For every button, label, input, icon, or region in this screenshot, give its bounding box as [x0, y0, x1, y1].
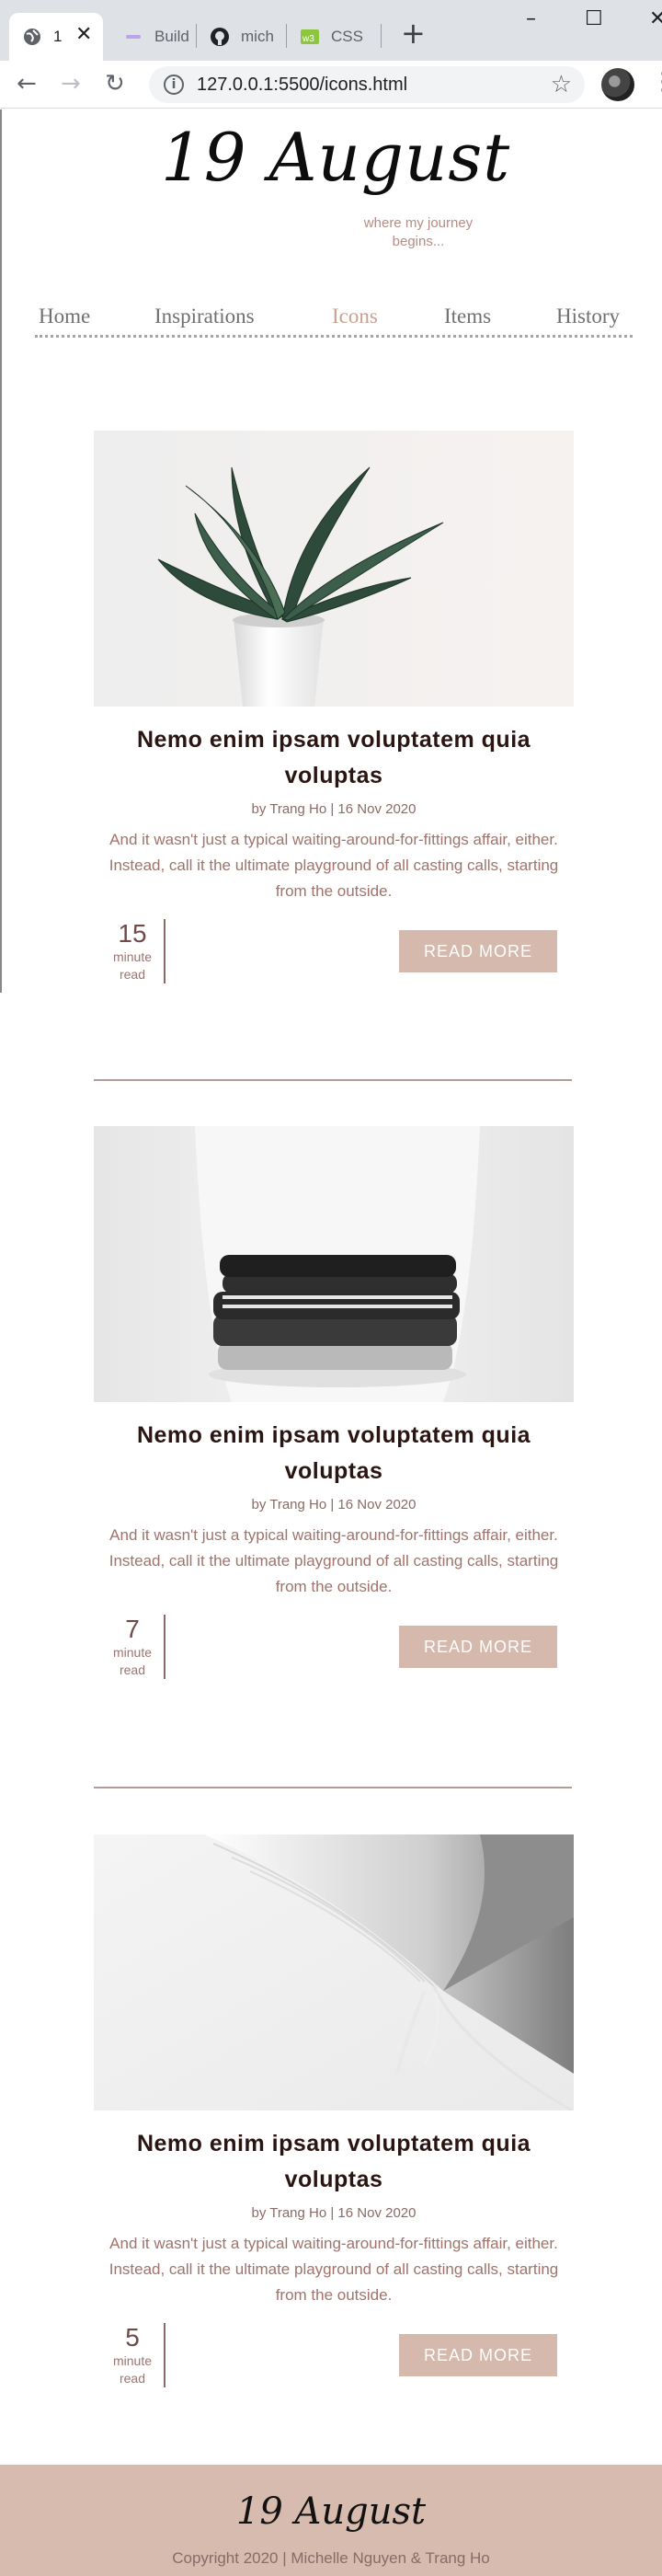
browser-tab-bar: 1 ✕ Build mich w3 CSS + – ☐ ✕ [0, 0, 662, 61]
tab-separator [381, 24, 382, 48]
browser-toolbar: ← → ↻ i 127.0.0.1:5500/icons.html ☆ ⋮ [0, 61, 662, 109]
back-arrow-icon[interactable]: ← [17, 72, 37, 96]
read-more-button[interactable]: READ MORE [399, 2334, 557, 2376]
reload-icon[interactable]: ↻ [105, 72, 125, 96]
post-divider [94, 1079, 572, 1081]
new-tab-button[interactable]: + [401, 18, 426, 48]
footer-logo[interactable]: 19 August [0, 2490, 662, 2533]
read-time-number: 15 [118, 919, 147, 948]
build-icon [123, 27, 143, 47]
minimize-icon[interactable]: – [526, 9, 536, 29]
nav-item-inspirations[interactable]: Inspirations [154, 305, 255, 328]
read-more-button[interactable]: READ MORE [399, 1626, 557, 1668]
close-window-icon[interactable]: ✕ [649, 9, 662, 29]
close-tab-icon[interactable]: ✕ [75, 24, 92, 44]
bookmark-star-icon[interactable]: ☆ [551, 71, 572, 98]
main-nav: Home Inspirations Icons Items History [35, 293, 633, 338]
post-excerpt: And it wasn't just a typical waiting-aro… [108, 831, 559, 900]
browser-tab[interactable]: Build [110, 13, 195, 61]
read-time-number: 5 [125, 2323, 140, 2352]
left-border-line [0, 109, 2, 993]
plant-photo[interactable] [94, 431, 574, 707]
logo-text: 19 August [161, 119, 511, 196]
post-excerpt: And it wasn't just a typical waiting-aro… [108, 2235, 559, 2304]
profile-avatar[interactable] [601, 68, 634, 101]
github-icon [210, 27, 230, 47]
maximize-icon[interactable]: ☐ [585, 9, 603, 29]
open-book-photo[interactable] [94, 1834, 574, 2110]
post-title[interactable]: Nemo enim ipsam voluptatem quia voluptas [85, 722, 583, 794]
read-more-button[interactable]: READ MORE [399, 930, 557, 972]
site-logo[interactable]: 19 August where my journey begins... [161, 119, 509, 266]
post-divider [94, 1787, 572, 1788]
nav-item-icons[interactable]: Icons [332, 305, 378, 328]
post-meta: by Trang Ho | 16 Nov 2020 [251, 1497, 417, 1512]
tab-title: 1 [53, 28, 63, 45]
info-icon[interactable]: i [164, 75, 184, 95]
read-time: 15 minute read [101, 919, 166, 983]
tab-title: Build [154, 28, 189, 45]
svg-text:w3: w3 [302, 34, 314, 44]
post-meta: by Trang Ho | 16 Nov 2020 [251, 2205, 417, 2221]
tab-title: CSS [331, 28, 363, 45]
site-footer: 19 August Copyright 2020 | Michelle Nguy… [0, 2465, 662, 2576]
nav-item-items[interactable]: Items [444, 305, 491, 328]
read-time-unit: minute read [112, 949, 153, 982]
post-excerpt: And it wasn't just a typical waiting-aro… [108, 1526, 559, 1595]
footer-copyright: Copyright 2020 | Michelle Nguyen & Trang… [172, 2549, 490, 2567]
post-meta: by Trang Ho | 16 Nov 2020 [251, 801, 417, 817]
read-time: 5 minute read [101, 2323, 166, 2387]
logo-tagline: where my journey begins... [363, 215, 474, 249]
folded-clothes-photo[interactable] [94, 1126, 574, 1402]
w3-icon: w3 [300, 27, 320, 47]
address-bar[interactable]: i 127.0.0.1:5500/icons.html ☆ [149, 66, 585, 103]
page-content: 19 August where my journey begins... Hom… [0, 109, 662, 2576]
menu-dots-icon[interactable]: ⋮ [651, 70, 662, 94]
post-title[interactable]: Nemo enim ipsam voluptatem quia voluptas [85, 1418, 583, 1489]
read-time: 7 minute read [101, 1615, 166, 1679]
tab-title: mich [241, 28, 274, 45]
browser-tab[interactable]: mich [197, 13, 281, 61]
forward-arrow-icon[interactable]: → [61, 72, 81, 96]
read-time-unit: minute read [112, 2353, 153, 2386]
read-time-unit: minute read [112, 1645, 153, 1677]
nav-item-home[interactable]: Home [39, 305, 90, 328]
nav-item-history[interactable]: History [556, 305, 620, 328]
read-time-number: 7 [125, 1615, 140, 1643]
address-url: 127.0.0.1:5500/icons.html [197, 75, 408, 95]
post-title[interactable]: Nemo enim ipsam voluptatem quia voluptas [85, 2126, 583, 2198]
globe-icon [22, 27, 42, 47]
browser-tab[interactable]: w3 CSS [287, 13, 375, 61]
